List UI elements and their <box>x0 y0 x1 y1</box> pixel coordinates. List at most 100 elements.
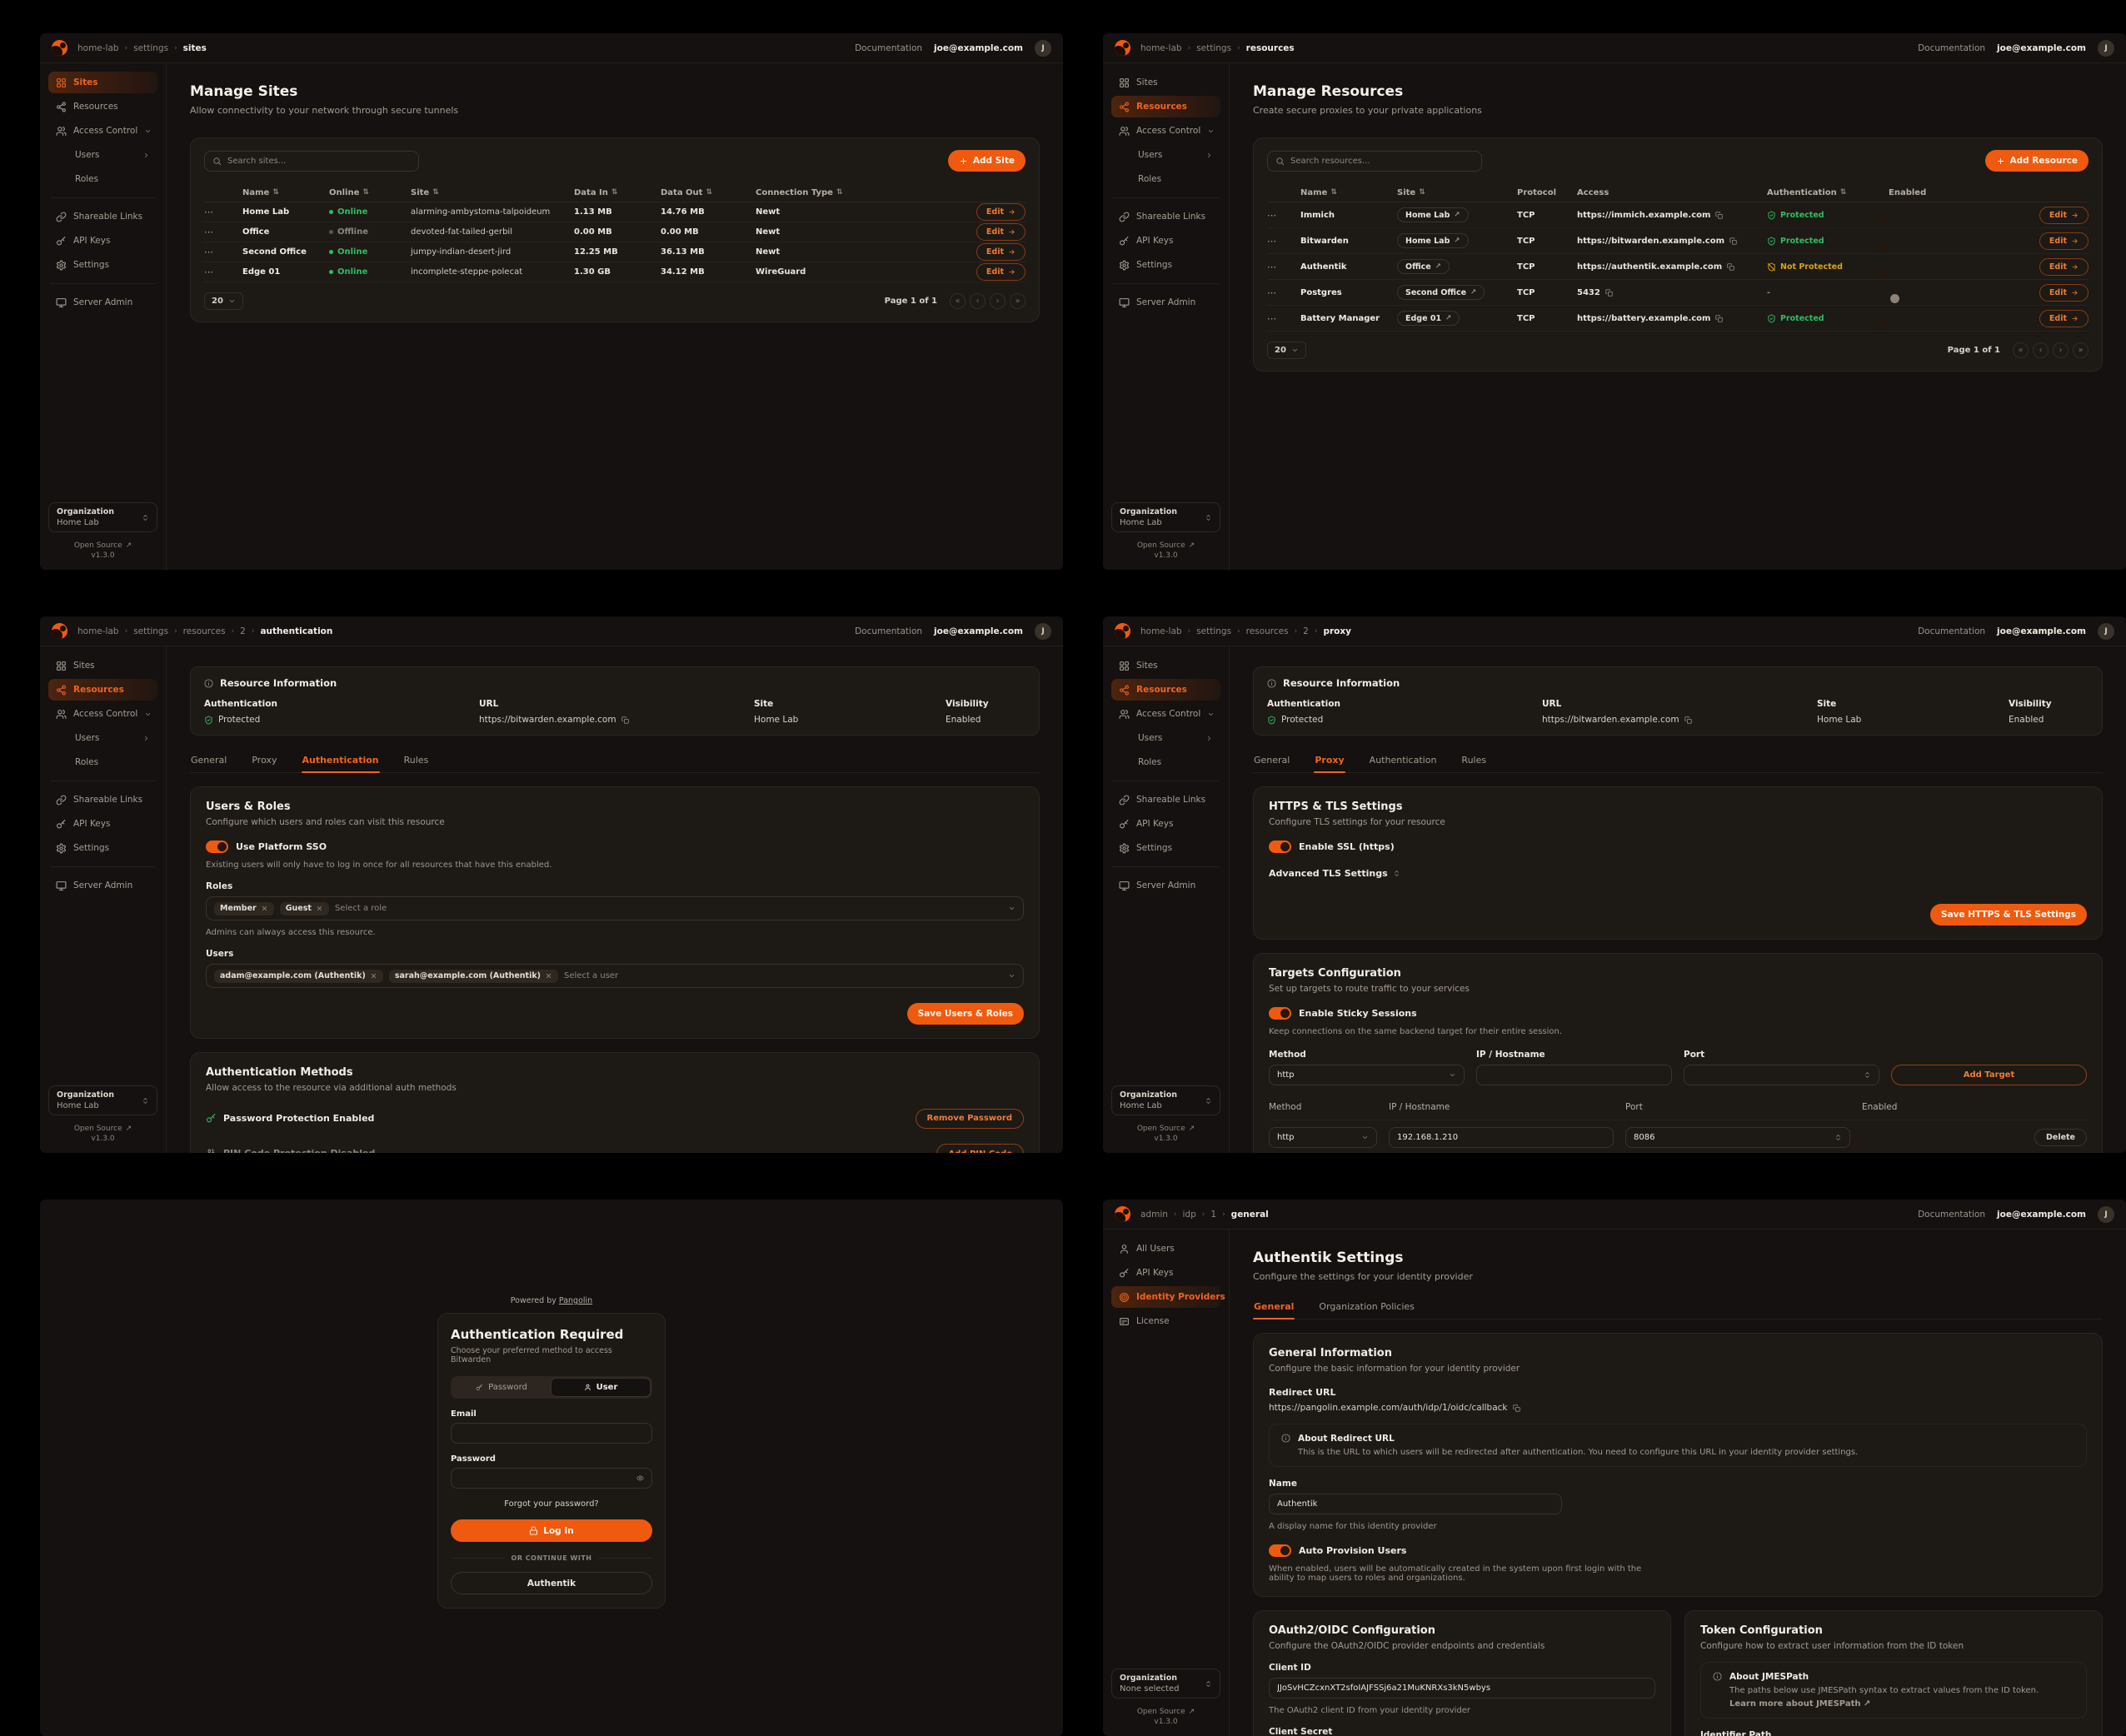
sidebar-item-sites[interactable]: Sites <box>1111 72 1220 93</box>
site-link-pill[interactable]: Edge 01↗ <box>1397 311 1460 326</box>
jmespath-link[interactable]: Learn more about JMESPath ↗ <box>1729 1699 2039 1709</box>
sidebar-item-identity-providers[interactable]: Identity Providers <box>1111 1286 1220 1308</box>
user-email-menu[interactable]: joe@example.com <box>1997 626 2086 636</box>
sidebar-item-access-control[interactable]: Access Control <box>1111 120 1220 142</box>
documentation-link[interactable]: Documentation <box>1918 626 1985 636</box>
sidebar-item-server-admin[interactable]: Server Admin <box>48 875 157 896</box>
org-switcher[interactable]: OrganizationHome Lab <box>48 1085 157 1115</box>
edit-button[interactable]: Edit <box>976 243 1026 261</box>
edit-button[interactable]: Edit <box>976 223 1026 241</box>
tab-organization-policies[interactable]: Organization Policies <box>1318 1297 1415 1319</box>
sidebar-item-server-admin[interactable]: Server Admin <box>48 292 157 313</box>
idp-name-input[interactable] <box>1269 1494 1562 1514</box>
tab-user[interactable]: User <box>551 1378 651 1397</box>
org-switcher[interactable]: OrganizationHome Lab <box>48 502 157 532</box>
sidebar-item-api-keys[interactable]: API Keys <box>1111 230 1220 252</box>
open-source-link[interactable]: Open Source↗ <box>1137 541 1195 550</box>
remove-chip-icon[interactable] <box>316 905 323 912</box>
method-select[interactable]: http <box>1269 1127 1377 1148</box>
open-source-link[interactable]: Open Source↗ <box>1137 1125 1195 1133</box>
edit-button[interactable]: Edit <box>2039 258 2089 276</box>
next-page-button[interactable]: › <box>2053 342 2069 358</box>
sidebar-item-roles[interactable]: Roles <box>1111 168 1220 190</box>
row-menu-button[interactable]: ⋯ <box>1267 210 1300 221</box>
site-link-pill[interactable]: Office↗ <box>1397 259 1450 274</box>
page-size-select[interactable]: 20 <box>1267 342 1306 359</box>
sidebar-item-users[interactable]: Users <box>48 727 157 749</box>
row-menu-button[interactable]: ⋯ <box>204 247 242 257</box>
sidebar-item-shareable-links[interactable]: Shareable Links <box>1111 789 1220 811</box>
org-switcher[interactable]: OrganizationHome Lab <box>1111 502 1220 532</box>
page-size-select[interactable]: 20 <box>204 292 243 310</box>
delete-target-button[interactable]: Delete <box>2034 1129 2087 1146</box>
avatar[interactable]: J <box>2098 623 2114 640</box>
tab-general[interactable]: General <box>190 751 227 772</box>
avatar[interactable]: J <box>2098 40 2114 57</box>
tab-proxy[interactable]: Proxy <box>251 751 277 772</box>
client-id-input[interactable] <box>1269 1678 1655 1699</box>
tab-password[interactable]: Password <box>452 1378 551 1397</box>
open-source-link[interactable]: Open Source↗ <box>74 1125 132 1133</box>
user-email-menu[interactable]: joe@example.com <box>934 43 1023 53</box>
pangolin-link[interactable]: Pangolin <box>559 1296 592 1305</box>
roles-multiselect[interactable]: Member Guest Select a role <box>206 896 1024 920</box>
tab-proxy[interactable]: Proxy <box>1314 751 1345 772</box>
row-menu-button[interactable]: ⋯ <box>1267 287 1300 298</box>
port-input[interactable] <box>1625 1127 1850 1148</box>
org-switcher[interactable]: OrganizationHome Lab <box>1111 1085 1220 1115</box>
user-email-menu[interactable]: joe@example.com <box>1997 43 2086 53</box>
email-field[interactable] <box>451 1423 652 1444</box>
edit-button[interactable]: Edit <box>2039 284 2089 302</box>
org-switcher[interactable]: OrganizationNone selected <box>1111 1669 1220 1699</box>
add-resource-button[interactable]: Add Resource <box>1985 150 2089 172</box>
sidebar-item-settings[interactable]: Settings <box>48 837 157 859</box>
authentik-sso-button[interactable]: Authentik <box>451 1572 652 1594</box>
add-site-button[interactable]: Add Site <box>948 150 1026 172</box>
copy-icon[interactable] <box>1715 212 1723 219</box>
sidebar-item-access-control[interactable]: Access Control <box>48 703 157 725</box>
remove-chip-icon[interactable] <box>545 972 552 980</box>
tab-authentication[interactable]: Authentication <box>302 751 380 772</box>
copy-icon[interactable] <box>1715 315 1723 322</box>
copy-icon[interactable] <box>621 716 629 724</box>
users-multiselect[interactable]: adam@example.com (Authentik) sarah@examp… <box>206 964 1024 988</box>
add-pin-button[interactable]: Add PIN Code <box>936 1144 1024 1153</box>
copy-icon[interactable] <box>1729 237 1737 245</box>
sidebar-item-settings[interactable]: Settings <box>1111 254 1220 276</box>
prev-page-button[interactable]: ‹ <box>2033 342 2049 358</box>
sidebar-item-roles[interactable]: Roles <box>48 168 157 190</box>
row-menu-button[interactable]: ⋯ <box>204 207 242 217</box>
sidebar-item-settings[interactable]: Settings <box>1111 837 1220 859</box>
sidebar-item-access-control[interactable]: Access Control <box>48 120 157 142</box>
sidebar-item-all-users[interactable]: All Users <box>1111 1238 1220 1260</box>
remove-chip-icon[interactable] <box>370 972 377 980</box>
sidebar-item-resources[interactable]: Resources <box>1111 96 1220 117</box>
row-menu-button[interactable]: ⋯ <box>1267 262 1300 272</box>
sidebar-item-shareable-links[interactable]: Shareable Links <box>48 789 157 811</box>
first-page-button[interactable]: « <box>950 293 966 309</box>
search-sites-input[interactable] <box>204 151 419 172</box>
documentation-link[interactable]: Documentation <box>855 626 922 636</box>
tab-rules[interactable]: Rules <box>403 751 430 772</box>
tab-general[interactable]: General <box>1253 1297 1295 1319</box>
sidebar-item-sites[interactable]: Sites <box>48 655 157 676</box>
sidebar-item-server-admin[interactable]: Server Admin <box>1111 292 1220 313</box>
last-page-button[interactable]: » <box>1010 293 1026 309</box>
sidebar-item-sites[interactable]: Sites <box>1111 655 1220 676</box>
sidebar-item-resources[interactable]: Resources <box>48 96 157 117</box>
copy-icon[interactable] <box>1684 716 1692 724</box>
avatar[interactable]: J <box>1035 623 1051 640</box>
avatar[interactable]: J <box>2098 1206 2114 1223</box>
search-resources-input[interactable] <box>1267 151 1482 172</box>
port-input[interactable] <box>1684 1065 1879 1085</box>
row-menu-button[interactable]: ⋯ <box>1267 313 1300 324</box>
password-field[interactable] <box>451 1468 652 1489</box>
sidebar-item-shareable-links[interactable]: Shareable Links <box>1111 206 1220 227</box>
avatar[interactable]: J <box>1035 40 1051 57</box>
tab-rules[interactable]: Rules <box>1460 751 1487 772</box>
site-link-pill[interactable]: Home Lab↗ <box>1397 207 1469 222</box>
edit-button[interactable]: Edit <box>2039 232 2089 250</box>
sidebar-item-api-keys[interactable]: API Keys <box>48 230 157 252</box>
row-menu-button[interactable]: ⋯ <box>204 227 242 237</box>
login-button[interactable]: Log In <box>451 1519 652 1542</box>
